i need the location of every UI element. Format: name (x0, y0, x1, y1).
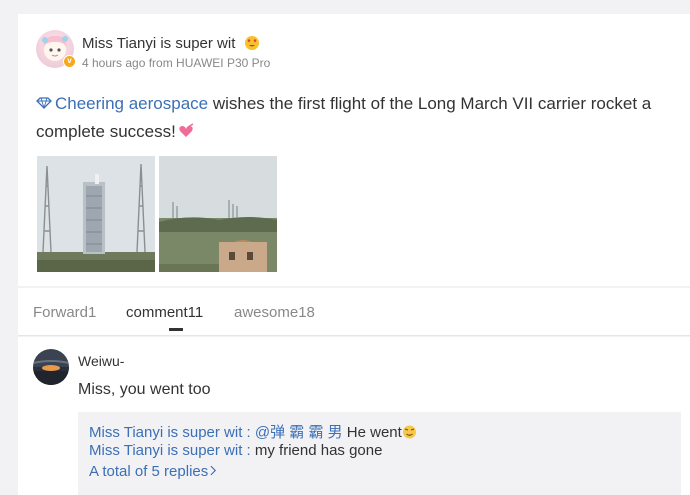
more-replies-label[interactable]: A total of 5 replies (89, 463, 208, 480)
post-text: Cheering aerospace wishes the first flig… (36, 90, 686, 146)
heart-emoji-icon (178, 120, 194, 137)
interaction-tabs: Forward1 comment11 awesome18 (18, 288, 690, 336)
topic-link[interactable]: Cheering aerospace (55, 94, 208, 113)
post-username-row: Miss Tianyi is super wit (82, 35, 260, 52)
reply-separator: : (242, 442, 255, 459)
commenter-name[interactable]: Weiwu- (78, 353, 124, 369)
smirk-emoji-icon (402, 424, 417, 439)
diamond-topic-icon (36, 90, 52, 110)
reply-item: Miss Tianyi is super wit : my friend has… (89, 442, 382, 459)
reply-item: Miss Tianyi is super wit : @弹 霸 霸 男 He w… (89, 421, 417, 442)
reply-separator: : (242, 424, 255, 441)
reply-author[interactable]: Miss Tianyi is super wit (89, 442, 242, 459)
verified-badge-icon: v (63, 55, 76, 68)
tab-awesome[interactable]: awesome18 (234, 304, 315, 321)
comments-list: Weiwu- Miss, you went too Miss Tianyi is… (18, 337, 690, 495)
reply-mention[interactable]: @弹 霸 霸 男 (255, 424, 343, 441)
reply-text: my friend has gone (254, 442, 383, 459)
reply-thread: Miss Tianyi is super wit : @弹 霸 霸 男 He w… (78, 412, 681, 495)
post-card: v Miss Tianyi is super wit 4 hours ago f… (18, 14, 690, 286)
tab-forward[interactable]: Forward1 (33, 304, 96, 321)
heart-eyes-emoji-icon (244, 35, 260, 51)
comment-text: Miss, you went too (78, 381, 211, 398)
more-replies-link[interactable]: A total of 5 replies (89, 463, 217, 480)
post-meta: 4 hours ago from HUAWEI P30 Pro (82, 56, 271, 70)
chevron-right-icon (210, 463, 217, 480)
tab-comment[interactable]: comment11 (126, 304, 203, 321)
commenter-avatar[interactable] (33, 349, 69, 385)
reply-author[interactable]: Miss Tianyi is super wit (89, 424, 242, 441)
post-photo-launch-site[interactable] (159, 156, 277, 272)
post-photo-rocket-tower[interactable] (37, 156, 155, 272)
post-username[interactable]: Miss Tianyi is super wit (82, 35, 235, 52)
active-tab-indicator (169, 328, 183, 331)
reply-text: He went (342, 424, 402, 441)
